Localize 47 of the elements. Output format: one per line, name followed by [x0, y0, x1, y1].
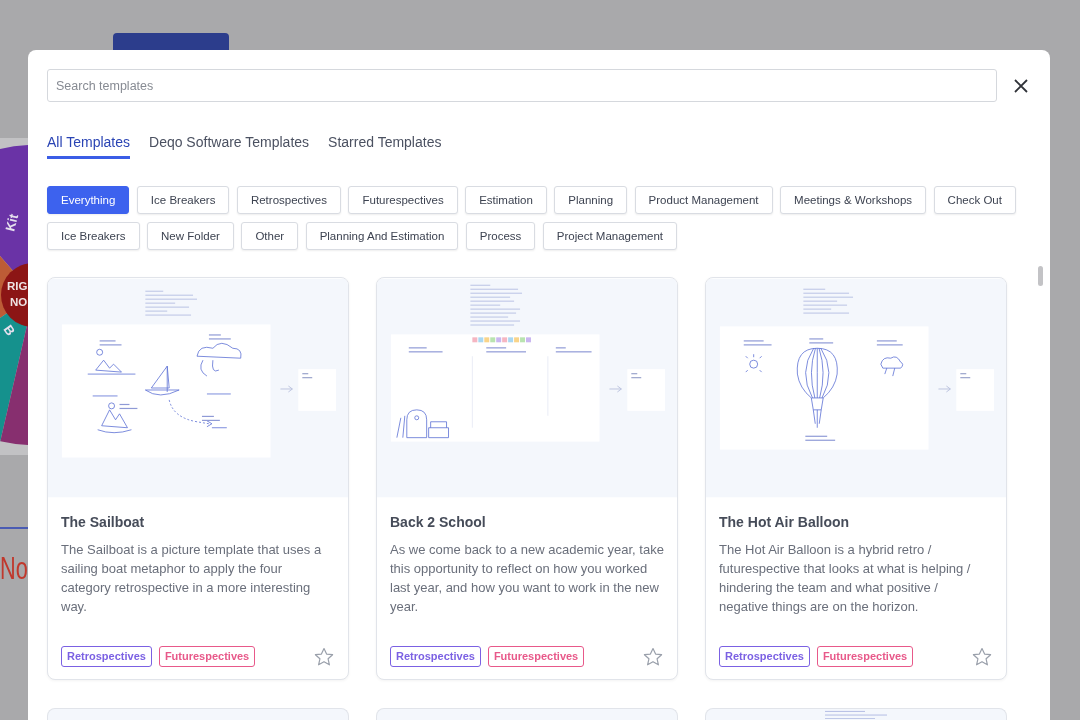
filter-chip[interactable]: Retrospectives: [236, 186, 341, 214]
card-title: The Sailboat: [61, 513, 145, 531]
filter-chip[interactable]: Product Management: [634, 186, 773, 214]
search-field[interactable]: Search templates: [47, 69, 997, 102]
filter-chip[interactable]: Other: [241, 222, 299, 250]
category-tag: Retrospectives: [390, 646, 481, 667]
document-preview-drawing: [825, 710, 887, 719]
category-tag: Futurespectives: [487, 646, 585, 667]
category-tag: Retrospectives: [61, 646, 152, 667]
filter-chip[interactable]: Check Out: [933, 186, 1016, 214]
filter-chip[interactable]: New Folder: [147, 222, 234, 250]
tab[interactable]: Deqo Software Templates: [149, 134, 310, 159]
tab[interactable]: All Templates: [47, 134, 130, 159]
filter-chip[interactable]: Everything: [47, 186, 130, 214]
card-title: The Hot Air Balloon: [719, 513, 850, 531]
category-tag: Futurespectives: [816, 646, 914, 667]
card-title: Back 2 School: [390, 513, 486, 531]
page-heading: No: [0, 551, 28, 587]
close-icon: [1014, 78, 1028, 93]
hub-label: NO: [10, 296, 28, 308]
wheel-label: Kit: [2, 212, 22, 233]
filter-chip[interactable]: Ice Breakers: [136, 186, 230, 214]
filter-chip[interactable]: Futurespectives: [348, 186, 458, 214]
card-description: As we come back to a new academic year, take this opportunity to reflect on how you worked last year, and how you want to work in the new year.: [390, 541, 664, 616]
card-description: The Hot Air Balloon is a hybrid retro / futurespective that looks at what is helping / hindering the team and what positive / negative things are on the horizon.: [719, 541, 971, 616]
wheel-label: B: [0, 322, 19, 339]
filter-chip[interactable]: Planning: [554, 186, 628, 214]
template-card[interactable]: The Sailboat The Sailboat is a picture template that uses a sailing boat metaphor to apply the four category retrospective in a more interesting way. Retrospectives Futurespectives: [47, 277, 349, 680]
scrollbar-thumb[interactable]: [1038, 266, 1043, 286]
card-description: The Sailboat is a picture template that uses a sailing boat metaphor to apply the four category retrospective in a more interesting way.: [61, 541, 322, 616]
filter-chip[interactable]: Ice Breakers: [47, 222, 140, 250]
filter-chip[interactable]: Planning And Estimation: [305, 222, 459, 250]
filter-chip[interactable]: Estimation: [465, 186, 547, 214]
template-card[interactable]: [705, 708, 1007, 720]
category-tag: Retrospectives: [719, 646, 810, 667]
filter-chip[interactable]: Process: [465, 222, 536, 250]
star-icon[interactable]: [314, 646, 334, 667]
hub-label: RIG: [7, 280, 28, 292]
template-card[interactable]: Back 2 School As we come back to a new academic year, take this opportunity to reflect on how you worked last year, and how you want to work in the new year. Retrospectives Futurespectives: [376, 277, 678, 680]
category-tag: Futurespectives: [158, 646, 256, 667]
template-card[interactable]: [705, 277, 1007, 680]
star-icon[interactable]: [972, 646, 992, 667]
filter-chip[interactable]: Meetings & Workshops: [780, 186, 927, 214]
close-button[interactable]: [1014, 78, 1028, 93]
filter-chip[interactable]: Project Management: [542, 222, 677, 250]
tab[interactable]: Starred Templates: [328, 134, 442, 159]
star-icon[interactable]: [643, 646, 663, 667]
